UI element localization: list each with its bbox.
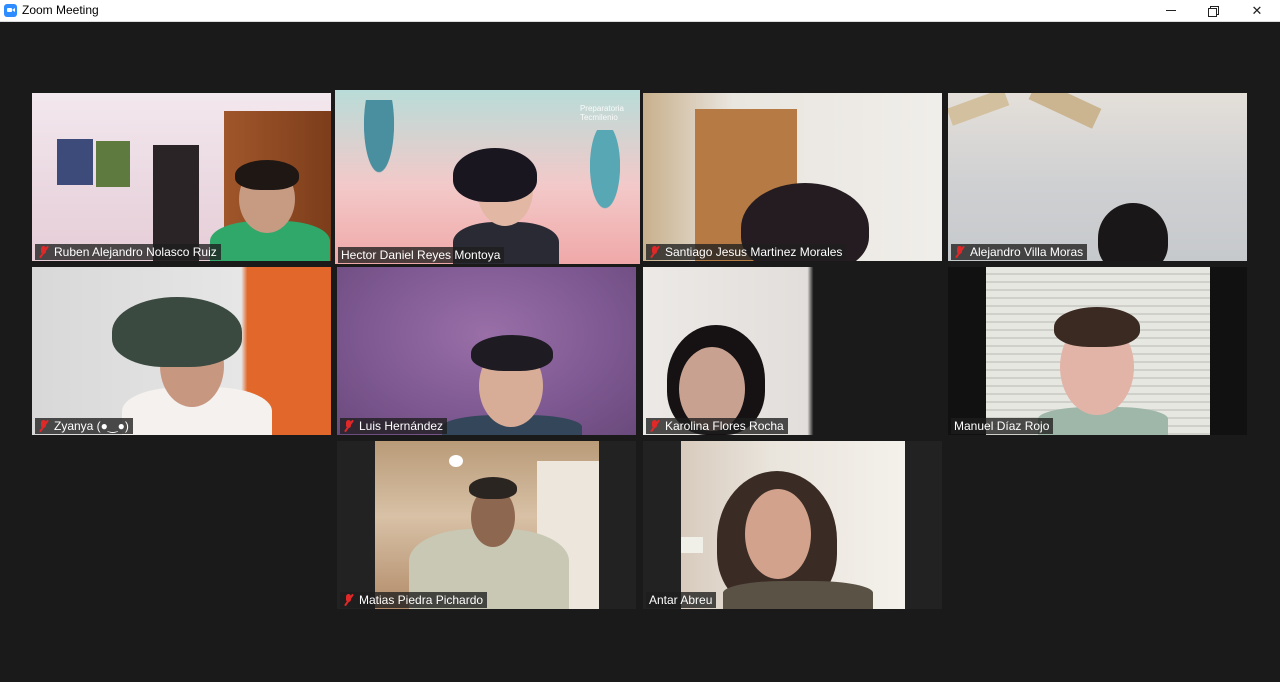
participant-tile-antar[interactable]: Antar Abreu	[643, 441, 942, 609]
participant-name: Karolina Flores Rocha	[665, 419, 784, 433]
lamp	[681, 537, 703, 553]
restore-button[interactable]	[1192, 0, 1234, 21]
participant-tile-santiago[interactable]: Santiago Jesus Martinez Morales	[643, 93, 942, 261]
ceiling-light	[449, 455, 463, 467]
participant-name: Santiago Jesus Martinez Morales	[665, 245, 843, 259]
participant-name: Antar Abreu	[649, 593, 713, 607]
participant-nametag: Karolina Flores Rocha	[646, 418, 788, 434]
participant-nametag: Antar Abreu	[646, 592, 717, 608]
participant-tile-hector[interactable]: Preparatoria Tecmilenio Hector Daniel Rey…	[335, 90, 640, 264]
participant-tile-zyanya[interactable]: Zyanya (●‿●)	[32, 267, 331, 435]
wall-poster	[96, 141, 130, 187]
participant-tile-alejandro[interactable]: Alejandro Villa Moras	[948, 93, 1247, 261]
video-gallery: Ruben Alejandro Nolasco Ruiz Preparatori…	[0, 22, 1280, 682]
participant-tile-manuel[interactable]: Manuel Díaz Rojo	[948, 267, 1247, 435]
minimize-button[interactable]	[1150, 0, 1192, 21]
participant-nametag: Luis Hernández	[340, 418, 448, 434]
zoom-app-icon	[4, 4, 17, 17]
participant-nametag: Hector Daniel Reyes Montoya	[338, 247, 505, 263]
palm-tree-graphic	[349, 100, 409, 220]
mic-muted-icon	[649, 419, 661, 433]
participant-nametag: Zyanya (●‿●)	[35, 418, 133, 434]
participant-name: Hector Daniel Reyes Montoya	[341, 248, 501, 262]
mic-muted-icon	[343, 593, 355, 607]
participant-tile-luis[interactable]: Luis Hernández	[337, 267, 636, 435]
participant-name: Zyanya (●‿●)	[54, 419, 129, 433]
close-button[interactable]: ✕	[1236, 0, 1278, 21]
participant-nametag: Matias Piedra Pichardo	[340, 592, 488, 608]
participant-name: Matias Piedra Pichardo	[359, 593, 484, 607]
participant-tile-matias[interactable]: Matias Piedra Pichardo	[337, 441, 636, 609]
window-titlebar: Zoom Meeting ✕	[0, 0, 1280, 22]
participant-nametag: Santiago Jesus Martinez Morales	[646, 244, 847, 260]
mic-muted-icon	[38, 419, 50, 433]
tecmilenio-logo: Preparatoria Tecmilenio	[579, 104, 624, 122]
participant-name: Luis Hernández	[359, 419, 444, 433]
window-title: Zoom Meeting	[22, 3, 99, 17]
participant-nametag: Manuel Díaz Rojo	[951, 418, 1054, 434]
mic-muted-icon	[38, 245, 50, 259]
palm-tree-graphic	[575, 130, 635, 250]
minimize-icon	[1166, 10, 1176, 11]
participant-tile-karolina[interactable]: Karolina Flores Rocha	[643, 267, 942, 435]
mic-muted-icon	[954, 245, 966, 259]
participant-tile-ruben[interactable]: Ruben Alejandro Nolasco Ruiz	[32, 93, 331, 261]
close-icon: ✕	[1251, 2, 1263, 18]
participant-nametag: Ruben Alejandro Nolasco Ruiz	[35, 244, 221, 260]
participant-name: Alejandro Villa Moras	[970, 245, 1084, 259]
mic-muted-icon	[343, 419, 355, 433]
participant-nametag: Alejandro Villa Moras	[951, 244, 1088, 260]
wall-poster	[57, 139, 93, 185]
participant-name: Ruben Alejandro Nolasco Ruiz	[54, 245, 217, 259]
mic-muted-icon	[649, 245, 661, 259]
restore-icon	[1208, 5, 1219, 17]
participant-name: Manuel Díaz Rojo	[954, 419, 1050, 433]
